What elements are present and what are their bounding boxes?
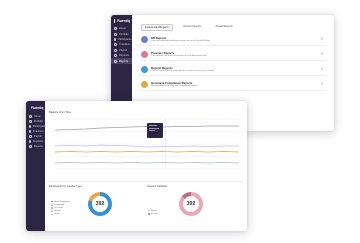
series-line-3	[54, 151, 240, 153]
panel-title-accounts: Account Statistics	[147, 185, 168, 188]
report-icon	[141, 50, 148, 58]
portfolio-icon	[29, 120, 32, 123]
transfers-icon	[29, 130, 31, 133]
transfers-icon	[114, 43, 117, 47]
chevron-down-icon[interactable]: ˅	[321, 52, 323, 56]
report-text: HR Reports View your detailed workforce r…	[151, 36, 321, 42]
sidebar-item-label: Home	[119, 27, 126, 31]
legend-swatch	[148, 212, 150, 215]
home-icon	[114, 27, 117, 31]
reports-icon	[29, 145, 32, 148]
logo-icon	[114, 19, 115, 23]
dashboard-window: Fluentiq Home Portfolio Participants Transf…	[26, 101, 247, 231]
chart-tooltip	[147, 123, 163, 138]
participants-icon	[29, 125, 31, 128]
legend-swatch	[51, 200, 53, 203]
chevron-down-icon[interactable]: ˅	[321, 37, 323, 41]
donut-total: 392	[183, 196, 199, 212]
legend-label: Retired	[54, 210, 61, 213]
balance-line-chart	[54, 118, 240, 170]
legend-label: Inactive	[151, 212, 158, 215]
report-icon	[141, 65, 148, 73]
report-card-general-compliance-reports[interactable]: General & Compliance Reports Manage gener…	[138, 78, 326, 91]
report-card-hr-reports[interactable]: HR Reports View your detailed workforce r…	[138, 33, 326, 46]
tab-customized-reports[interactable]: Customized Reports	[141, 24, 173, 31]
deposits-icon	[114, 54, 117, 58]
legend-label: On Leave	[54, 206, 63, 209]
legend-swatch	[148, 209, 150, 212]
legend-swatch	[51, 210, 53, 212]
sidebar-item-label: Transfers	[33, 130, 44, 133]
sidebar-item-label: Payroll	[119, 48, 127, 52]
report-description: View your detailed workforce reports acr…	[151, 40, 210, 42]
sidebar-item-label: Deposits	[33, 140, 43, 143]
sidebar-item-reports[interactable]: Reports	[111, 58, 132, 64]
brand-name: Fluentiq	[31, 106, 44, 110]
tooltip-line	[149, 127, 159, 129]
home-icon	[29, 115, 32, 118]
sidebar-item-label: Participants	[33, 125, 47, 128]
report-text: Previous Reports View reports you have pr…	[151, 51, 321, 57]
report-icon	[141, 35, 148, 43]
report-description: View all deposit and funding details to …	[151, 70, 215, 72]
sidebar-item-label: Participants	[118, 37, 132, 41]
sidebar-item-label: Reports	[119, 59, 129, 63]
participants-icon	[114, 37, 116, 41]
report-icon	[141, 80, 148, 88]
legend-label: Terminated	[54, 203, 64, 206]
chevron-down-icon[interactable]: ˅	[321, 82, 323, 86]
tooltip-line	[149, 130, 155, 132]
sidebar-item-label: Deposits	[119, 54, 130, 58]
sidebar-item-label: Portfolio	[119, 32, 129, 36]
legend-swatch	[51, 213, 53, 216]
report-card-deposit-reports[interactable]: Deposit Reports View all deposit and fund…	[138, 63, 326, 76]
series-line-4	[54, 162, 240, 164]
legend-label: Active	[151, 209, 157, 212]
legend-accounts: Active Inactive	[148, 209, 158, 215]
report-text: General & Compliance Reports Manage gener…	[151, 81, 321, 87]
panel-title-gender: Participants by Gender Type	[49, 185, 82, 188]
reports-icon	[114, 59, 117, 63]
legend-label: Active Employees	[54, 200, 70, 203]
report-card-previous-reports[interactable]: Previous Reports View reports you have pr…	[138, 48, 326, 61]
brand-logo[interactable]: Fluentiq	[111, 19, 132, 26]
report-description: Manage general activity and compliance r…	[151, 85, 198, 87]
payroll-icon	[29, 135, 32, 138]
legend-item: Inactive	[148, 212, 158, 215]
brand-logo[interactable]: Fluentiq	[26, 106, 45, 114]
report-list: HR Reports View your detailed workforce r…	[138, 33, 326, 93]
sidebar-item-reports[interactable]: Reports	[26, 144, 45, 149]
legend-gender: Active Employees Terminated On Leave Retire…	[51, 200, 70, 216]
sidebar-nav: Home Portfolio Participants Transfers Payrol…	[26, 114, 47, 149]
legend-swatch	[51, 203, 53, 206]
legend-label: Other	[54, 213, 60, 216]
tab-bar: Customized Reports Recent Reports Saved Re…	[141, 24, 236, 31]
chevron-down-icon[interactable]: ˅	[321, 67, 323, 71]
legend-item: Other	[51, 213, 70, 216]
sidebar-item-label: Payroll	[34, 135, 42, 138]
sidebar-item-label: Portfolio	[33, 120, 43, 123]
payroll-icon	[114, 48, 117, 52]
sidebar: Fluentiq Home Portfolio Participants Transf…	[26, 101, 47, 231]
legend-swatch	[51, 207, 53, 209]
brand-name: Fluentiq	[116, 19, 130, 23]
series-line-2	[54, 144, 239, 148]
donut-total: 392	[92, 196, 108, 212]
report-text: Deposit Reports View all deposit and fund…	[151, 66, 321, 72]
sidebar-item-label: Reports	[34, 145, 43, 148]
chart-title: Balance Over Time	[49, 111, 72, 114]
tooltip-line	[149, 125, 157, 126]
sidebar-item-label: Transfers	[119, 43, 130, 47]
tab-saved-reports[interactable]: Saved Reports	[213, 24, 236, 31]
deposits-icon	[29, 140, 32, 143]
donut-chart-accounts: 392	[179, 192, 203, 216]
tab-recent-reports[interactable]: Recent Reports	[181, 24, 205, 31]
donut-chart-gender: 392	[88, 192, 112, 216]
report-description: View reports you have previously run and…	[151, 55, 207, 57]
portfolio-icon	[114, 32, 117, 36]
sidebar-item-label: Home	[34, 115, 41, 118]
sidebar-nav: Home Portfolio Participants Transfers Payrol…	[111, 26, 132, 64]
section-divider	[47, 181, 243, 182]
